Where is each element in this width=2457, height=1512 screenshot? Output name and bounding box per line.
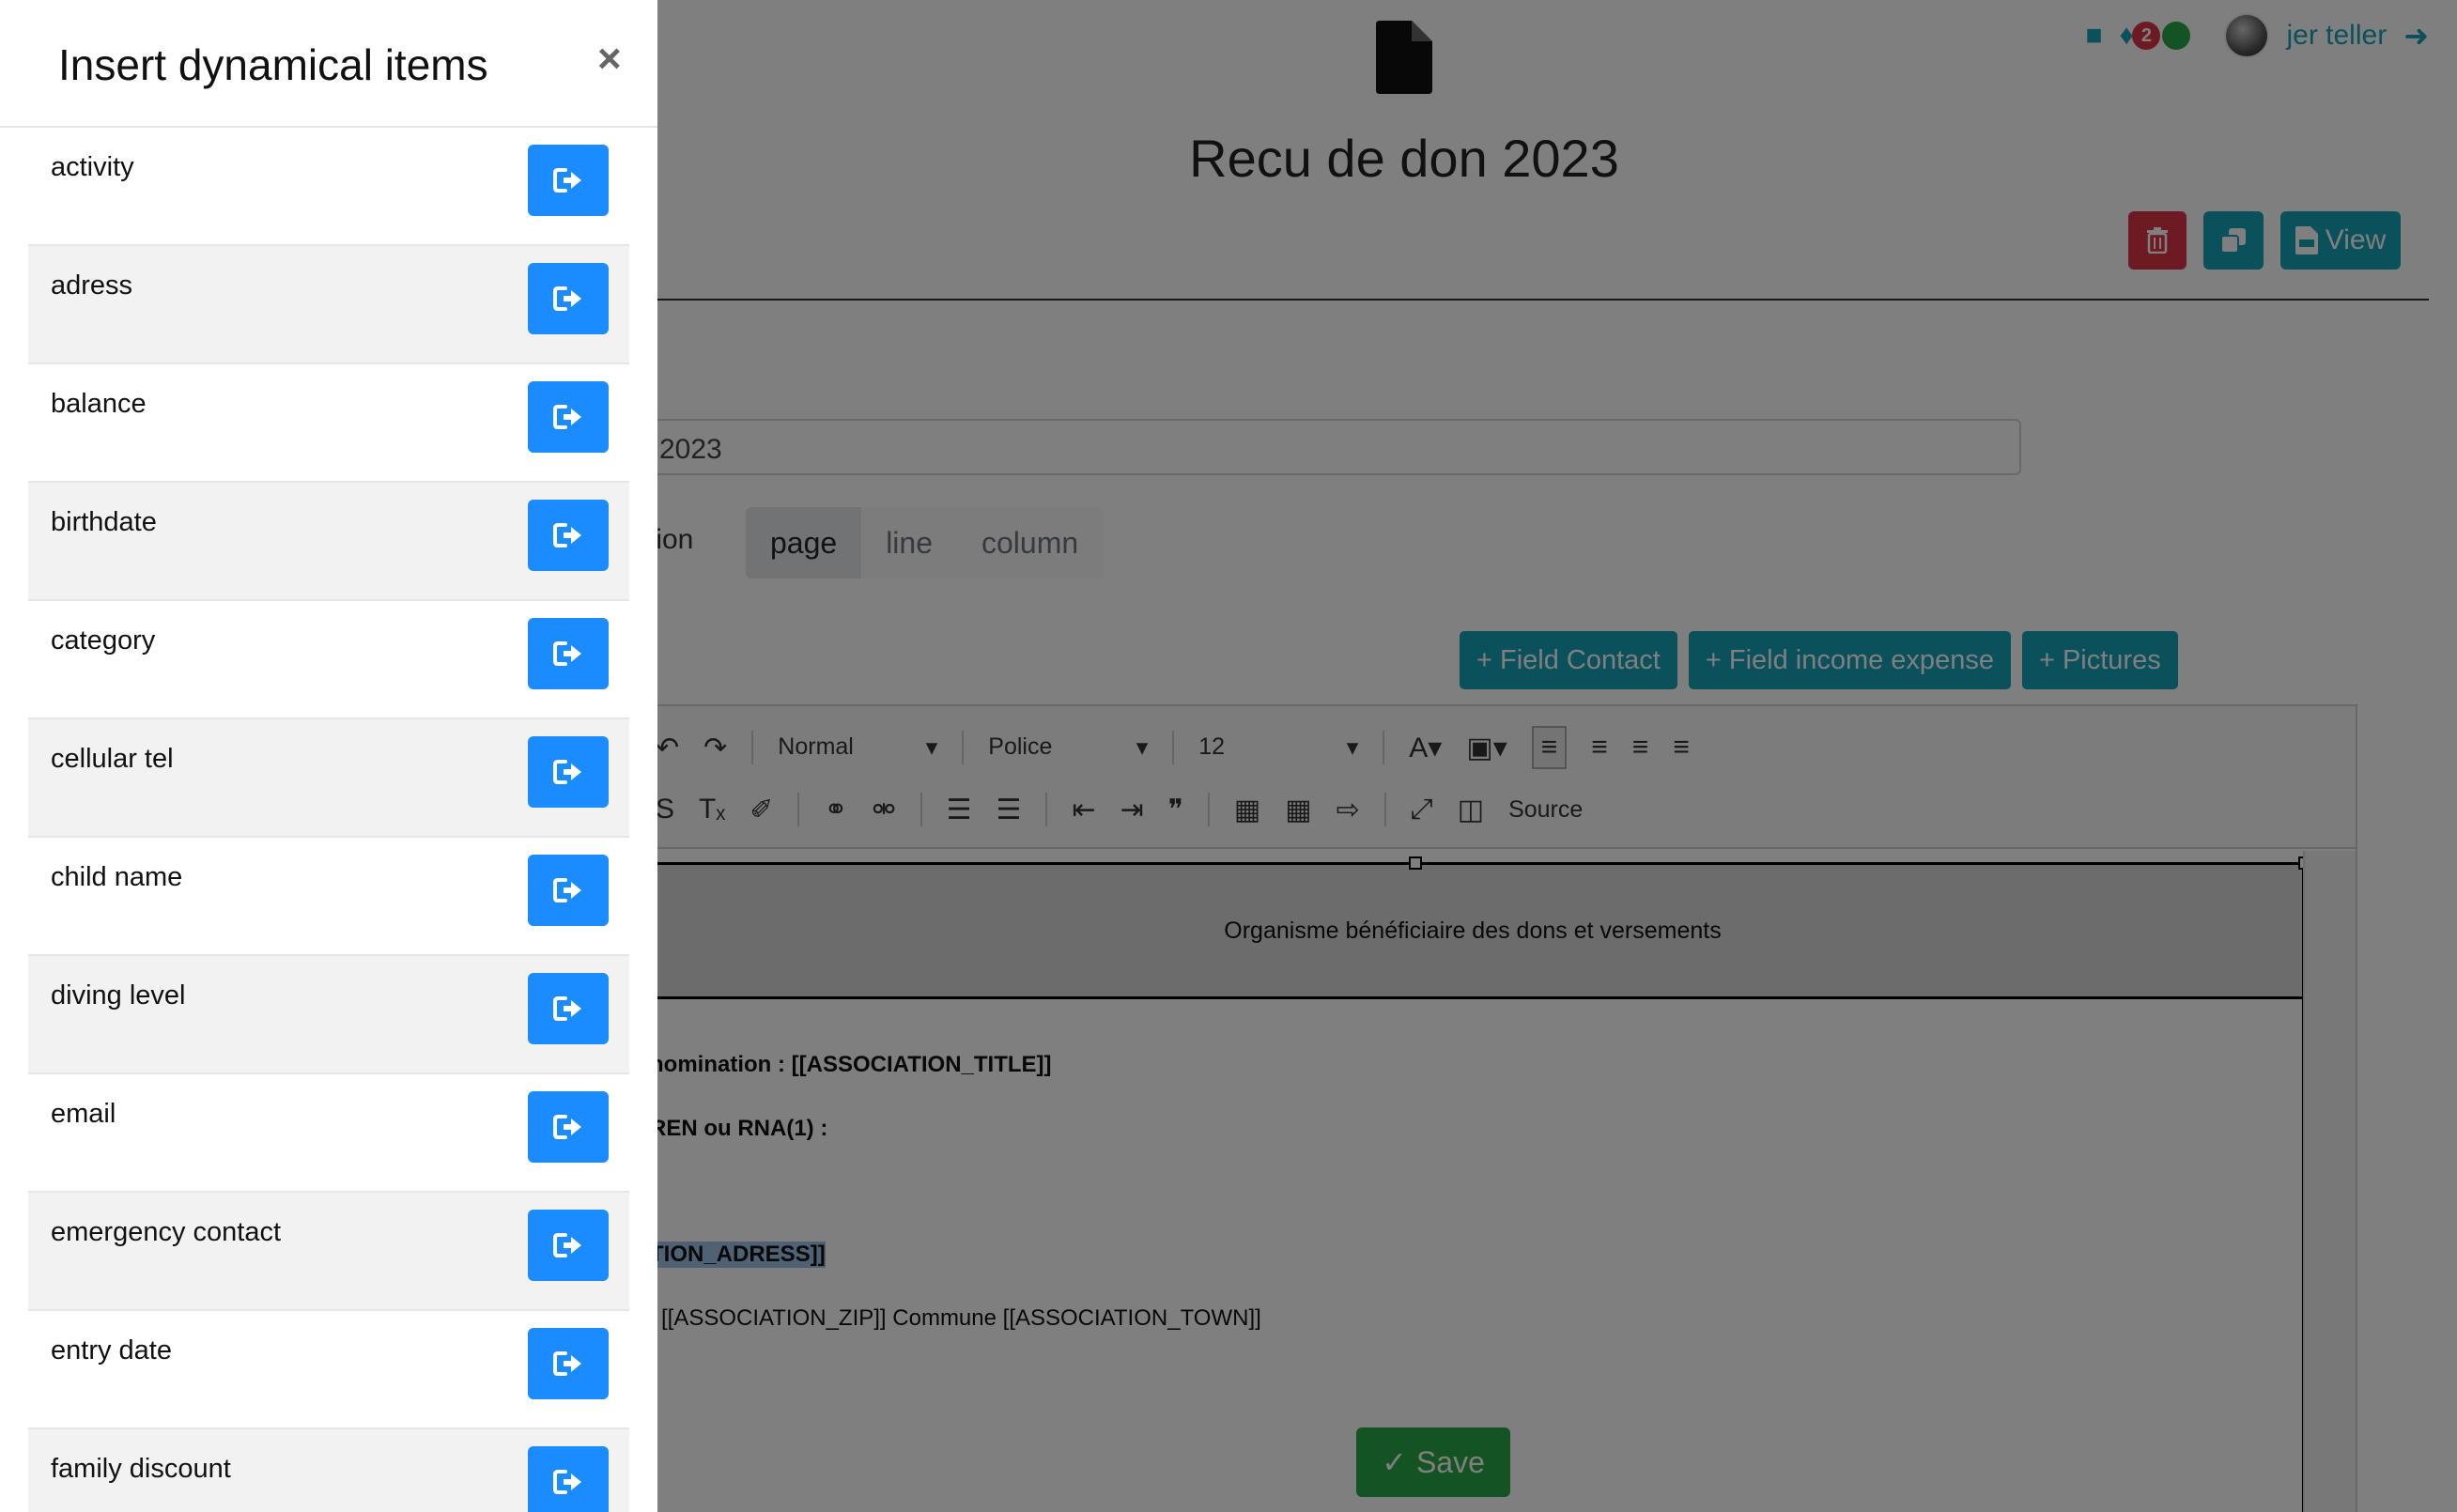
insert-item-button[interactable] [528,1446,609,1512]
panel-title: Insert dynamical items [58,40,488,89]
insert-item-button[interactable] [528,1091,609,1163]
insert-item-button[interactable] [528,381,609,453]
list-item: cellular tel [28,719,629,838]
sign-in-icon [553,641,581,666]
item-label: birthdate [51,507,157,537]
item-label: cellular tel [51,744,174,774]
insert-item-button[interactable] [528,500,609,571]
list-item: category [28,601,629,719]
list-item: emergency contact [28,1193,629,1311]
list-item: child name [28,838,629,956]
dynamical-items-list: activity adress balance birthdate catego… [28,128,629,1512]
sign-in-icon [553,878,581,903]
sign-in-icon [553,1233,581,1257]
sign-in-icon [553,168,581,193]
item-label: family discount [51,1454,231,1484]
item-label: emergency contact [51,1217,282,1247]
insert-item-button[interactable] [528,973,609,1044]
sign-in-icon [553,405,581,429]
insert-item-button[interactable] [528,618,609,689]
list-item: diving level [28,956,629,1074]
insert-item-button[interactable] [528,145,609,216]
item-label: email [51,1099,116,1129]
insert-item-button[interactable] [528,855,609,926]
item-label: balance [51,389,147,419]
list-item: adress [28,246,629,364]
sign-in-icon [553,286,581,311]
list-item: family discount [28,1429,629,1512]
insert-item-button[interactable] [528,736,609,808]
sign-in-icon [553,1351,581,1376]
list-item: entry date [28,1311,629,1429]
sign-in-icon [553,1115,581,1139]
list-item: birthdate [28,483,629,601]
list-item: activity [28,128,629,246]
insert-item-button[interactable] [528,263,609,334]
insert-item-button[interactable] [528,1328,609,1399]
item-label: category [51,625,156,656]
panel-header: Insert dynamical items × [0,0,657,128]
sign-in-icon [553,760,581,784]
list-item: email [28,1074,629,1193]
insert-dynamical-items-panel: Insert dynamical items × activity adress… [0,0,657,1512]
close-icon[interactable]: × [597,36,622,83]
insert-item-button[interactable] [528,1210,609,1281]
item-label: activity [51,152,134,182]
list-item: balance [28,364,629,483]
sign-in-icon [553,523,581,548]
item-label: child name [51,862,183,892]
sign-in-icon [553,996,581,1021]
sign-in-icon [553,1470,581,1494]
item-label: diving level [51,980,186,1011]
item-label: entry date [51,1335,172,1365]
item-label: adress [51,270,133,301]
